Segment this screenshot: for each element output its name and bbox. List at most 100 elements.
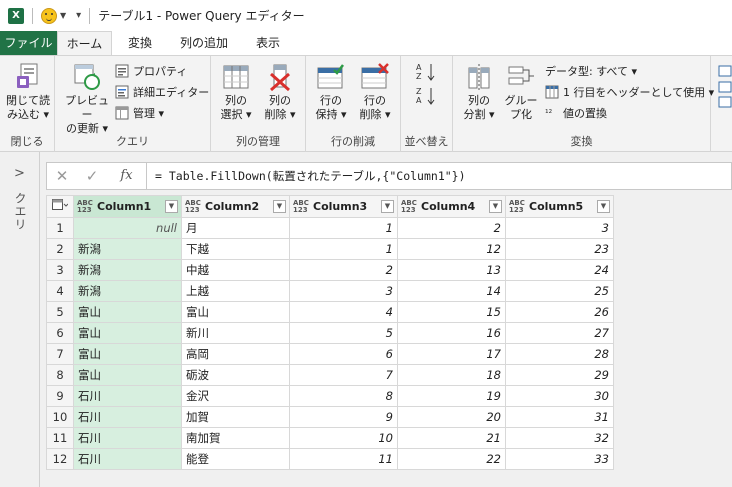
- properties-button[interactable]: プロパティ: [115, 62, 187, 80]
- column-header-5[interactable]: ABC 123 Column5 ▼: [505, 195, 614, 218]
- smiley-feedback-icon[interactable]: [41, 7, 57, 24]
- use-first-row-as-headers-button[interactable]: 1 行目をヘッダーとして使用 ▾: [545, 83, 714, 101]
- cell-column3[interactable]: 5: [289, 322, 398, 344]
- tab-view[interactable]: 表示: [250, 31, 286, 55]
- expand-queries-icon[interactable]: >: [14, 166, 25, 181]
- column-header-3[interactable]: ABC 123 Column3 ▼: [289, 195, 398, 218]
- cell-column5[interactable]: 30: [505, 385, 614, 407]
- cell-column3[interactable]: 7: [289, 364, 398, 386]
- row-number[interactable]: 10: [46, 406, 74, 428]
- cell-column2[interactable]: 月: [181, 217, 290, 239]
- column-header-1[interactable]: ABC 123 Column1 ▼: [73, 195, 182, 218]
- manage-button[interactable]: 管理 ▾: [115, 104, 164, 122]
- cell-column2[interactable]: 富山: [181, 301, 290, 323]
- cell-column3[interactable]: 8: [289, 385, 398, 407]
- cell-column3[interactable]: 4: [289, 301, 398, 323]
- table-row[interactable]: 2 新潟 下越 1 12 23: [46, 238, 614, 260]
- cell-column4[interactable]: 19: [397, 385, 506, 407]
- formula-input[interactable]: = Table.FillDown(転置されたテーブル,{"Column1"}): [147, 168, 466, 184]
- cell-column4[interactable]: 21: [397, 427, 506, 449]
- feedback-dropdown-icon[interactable]: ▼: [60, 11, 66, 20]
- choose-columns-button[interactable]: 列の 選択 ▾: [215, 62, 257, 122]
- tab-transform[interactable]: 変換: [120, 31, 160, 55]
- cell-column1[interactable]: 石川: [73, 406, 182, 428]
- row-number[interactable]: 11: [46, 427, 74, 449]
- cell-column5[interactable]: 27: [505, 322, 614, 344]
- cell-column1[interactable]: null: [73, 217, 182, 239]
- cell-column3[interactable]: 11: [289, 448, 398, 470]
- table-menu-icon[interactable]: [46, 195, 74, 218]
- cell-column1[interactable]: 新潟: [73, 259, 182, 281]
- column-header-2[interactable]: ABC 123 Column2 ▼: [181, 195, 290, 218]
- row-number[interactable]: 7: [46, 343, 74, 365]
- cell-column5[interactable]: 23: [505, 238, 614, 260]
- cell-column4[interactable]: 16: [397, 322, 506, 344]
- cell-column3[interactable]: 9: [289, 406, 398, 428]
- cell-column1[interactable]: 石川: [73, 427, 182, 449]
- column-header-4[interactable]: ABC 123 Column4 ▼: [397, 195, 506, 218]
- table-row[interactable]: 8 富山 砺波 7 18 29: [46, 364, 614, 386]
- cell-column1[interactable]: 富山: [73, 301, 182, 323]
- combine-icon[interactable]: [718, 64, 732, 111]
- row-number[interactable]: 2: [46, 238, 74, 260]
- column-filter-dropdown-icon[interactable]: ▼: [597, 200, 610, 213]
- tab-add-column[interactable]: 列の追加: [172, 31, 236, 55]
- cell-column3[interactable]: 2: [289, 259, 398, 281]
- row-number[interactable]: 4: [46, 280, 74, 302]
- data-type-dropdown[interactable]: データ型: すべて ▾: [545, 62, 637, 80]
- cell-column5[interactable]: 3: [505, 217, 614, 239]
- table-row[interactable]: 7 富山 高岡 6 17 28: [46, 343, 614, 365]
- cell-column4[interactable]: 22: [397, 448, 506, 470]
- cell-column5[interactable]: 28: [505, 343, 614, 365]
- cell-column2[interactable]: 加賀: [181, 406, 290, 428]
- column-filter-dropdown-icon[interactable]: ▼: [489, 200, 502, 213]
- cell-column4[interactable]: 2: [397, 217, 506, 239]
- commit-formula-icon[interactable]: ✓: [77, 167, 107, 185]
- cell-column1[interactable]: 石川: [73, 448, 182, 470]
- refresh-preview-button[interactable]: プレビュー の更新 ▾: [61, 62, 113, 136]
- cell-column5[interactable]: 33: [505, 448, 614, 470]
- group-by-button[interactable]: グルー プ化: [501, 62, 541, 122]
- type-any-icon[interactable]: ABC 123: [185, 199, 201, 214]
- remove-columns-button[interactable]: 列の 削除 ▾: [259, 62, 301, 122]
- row-number[interactable]: 12: [46, 448, 74, 470]
- fx-icon[interactable]: fx: [107, 163, 147, 189]
- queries-pane[interactable]: > クエリ: [0, 152, 40, 487]
- cell-column3[interactable]: 1: [289, 238, 398, 260]
- cancel-formula-icon[interactable]: ✕: [47, 167, 77, 185]
- cell-column1[interactable]: 富山: [73, 364, 182, 386]
- cell-column4[interactable]: 18: [397, 364, 506, 386]
- table-row[interactable]: 10 石川 加賀 9 20 31: [46, 406, 614, 428]
- column-filter-dropdown-icon[interactable]: ▼: [381, 200, 394, 213]
- type-any-icon[interactable]: ABC 123: [293, 199, 309, 214]
- cell-column2[interactable]: 中越: [181, 259, 290, 281]
- row-number[interactable]: 1: [46, 217, 74, 239]
- cell-column2[interactable]: 金沢: [181, 385, 290, 407]
- cell-column2[interactable]: 下越: [181, 238, 290, 260]
- cell-column3[interactable]: 1: [289, 217, 398, 239]
- advanced-editor-button[interactable]: 詳細エディター: [115, 83, 209, 101]
- type-any-icon[interactable]: ABC 123: [401, 199, 417, 214]
- cell-column5[interactable]: 26: [505, 301, 614, 323]
- keep-rows-button[interactable]: 行の 保持 ▾: [310, 62, 352, 122]
- cell-column4[interactable]: 17: [397, 343, 506, 365]
- table-row[interactable]: 3 新潟 中越 2 13 24: [46, 259, 614, 281]
- table-row[interactable]: 5 富山 富山 4 15 26: [46, 301, 614, 323]
- cell-column5[interactable]: 29: [505, 364, 614, 386]
- replace-values-button[interactable]: ₁₂ 値の置換: [545, 104, 607, 122]
- row-number[interactable]: 5: [46, 301, 74, 323]
- split-column-button[interactable]: 列の 分割 ▾: [457, 62, 501, 122]
- cell-column4[interactable]: 14: [397, 280, 506, 302]
- table-row[interactable]: 1 null 月 1 2 3: [46, 217, 614, 239]
- cell-column2[interactable]: 砺波: [181, 364, 290, 386]
- cell-column1[interactable]: 新潟: [73, 238, 182, 260]
- column-filter-dropdown-icon[interactable]: ▼: [165, 200, 178, 213]
- tab-home[interactable]: ホーム: [57, 31, 112, 56]
- cell-column2[interactable]: 南加賀: [181, 427, 290, 449]
- cell-column2[interactable]: 能登: [181, 448, 290, 470]
- column-filter-dropdown-icon[interactable]: ▼: [273, 200, 286, 213]
- row-number[interactable]: 8: [46, 364, 74, 386]
- cell-column1[interactable]: 石川: [73, 385, 182, 407]
- cell-column1[interactable]: 富山: [73, 343, 182, 365]
- cell-column4[interactable]: 20: [397, 406, 506, 428]
